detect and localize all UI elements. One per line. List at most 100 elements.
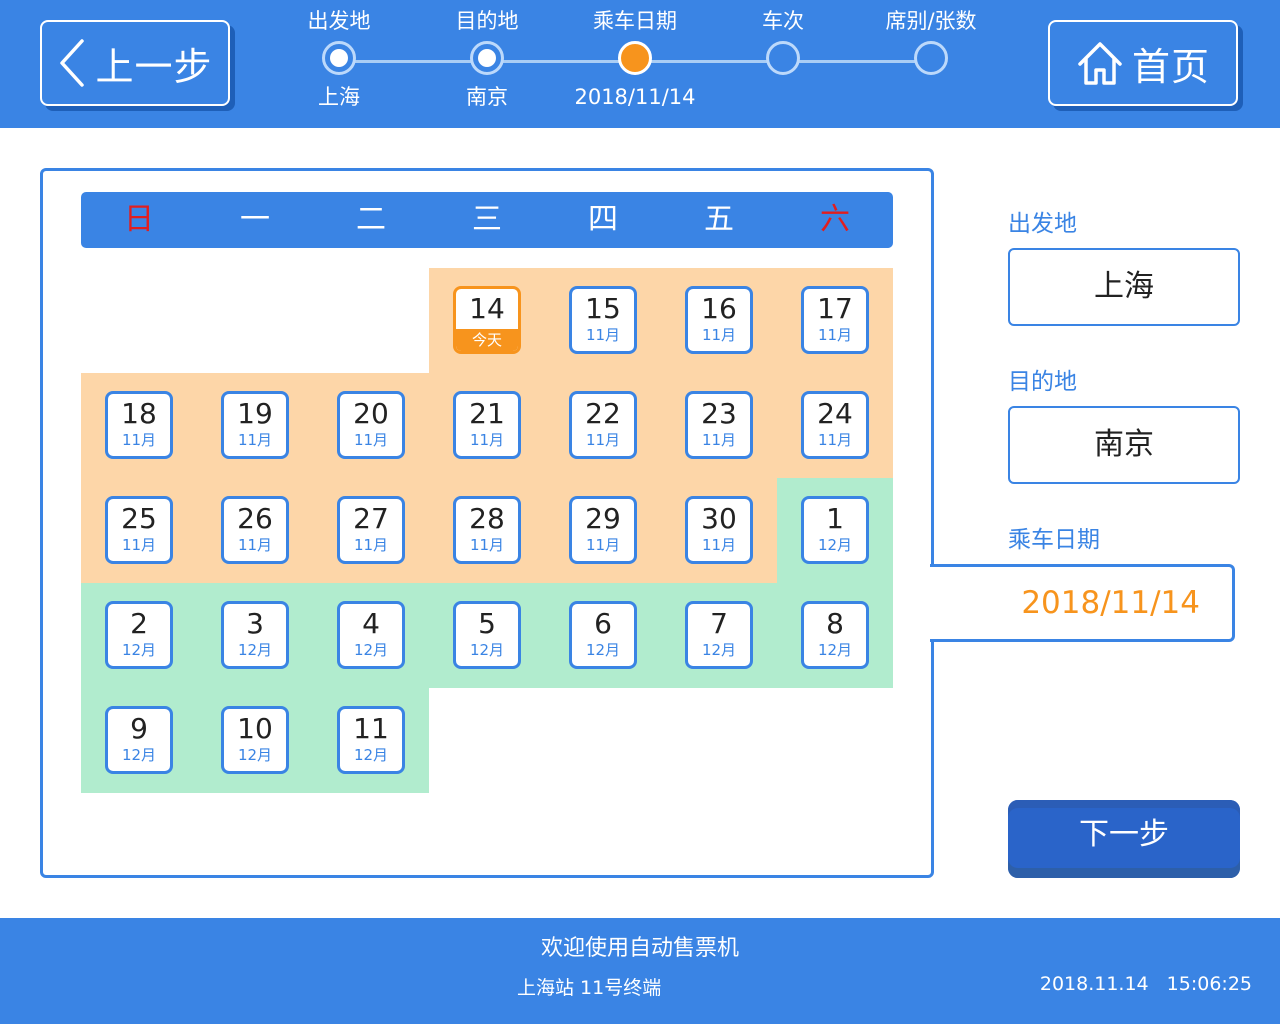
step-name: 目的地 [455, 9, 519, 33]
day-number: 23 [701, 397, 737, 430]
day-month: 11月 [701, 536, 737, 554]
weekday-header: 日 一 二 三 四 五 六 [81, 192, 893, 248]
day-cell-today[interactable]: 14 今天 [453, 286, 521, 354]
day-month: 12月 [701, 641, 737, 659]
day-number: 7 [710, 607, 728, 640]
november-band [81, 478, 777, 583]
day-month: 12月 [817, 536, 853, 554]
day-month: 11月 [469, 431, 505, 449]
day-number: 27 [353, 502, 389, 535]
day-cell[interactable]: 24 11月 [801, 391, 869, 459]
day-cell[interactable]: 19 11月 [221, 391, 289, 459]
day-month: 12月 [237, 641, 273, 659]
step-departure: 出发地 上海 [269, 0, 409, 109]
step-value: 上海 [318, 85, 360, 109]
day-month: 11月 [237, 536, 273, 554]
step-dot-active [618, 41, 652, 75]
day-cell[interactable]: 29 11月 [569, 496, 637, 564]
step-name: 乘车日期 [593, 9, 677, 33]
weekday-thu: 四 [588, 202, 618, 237]
day-month: 11月 [585, 536, 621, 554]
day-cell[interactable]: 6 12月 [569, 601, 637, 669]
step-train: 车次 [713, 0, 853, 85]
step-value: 2018/11/14 [574, 85, 696, 109]
day-cell[interactable]: 20 11月 [337, 391, 405, 459]
day-cell[interactable]: 23 11月 [685, 391, 753, 459]
day-number: 2 [130, 607, 148, 640]
day-month: 11月 [121, 536, 157, 554]
day-number: 14 [469, 292, 505, 325]
date-field[interactable]: 2018/11/14 [930, 564, 1235, 642]
day-cell[interactable]: 3 12月 [221, 601, 289, 669]
from-label: 出发地 [1008, 211, 1077, 237]
day-month: 11月 [701, 431, 737, 449]
day-month: 12月 [237, 746, 273, 764]
clock-time: 15:06:25 [1166, 973, 1252, 995]
day-number: 18 [121, 397, 157, 430]
welcome-text: 欢迎使用自动售票机 [540, 936, 739, 961]
day-number: 10 [237, 712, 273, 745]
day-cell[interactable]: 15 11月 [569, 286, 637, 354]
day-number: 25 [121, 502, 157, 535]
step-value: 南京 [466, 85, 508, 109]
day-cell[interactable]: 9 12月 [105, 706, 173, 774]
day-cell[interactable]: 16 11月 [685, 286, 753, 354]
day-number: 28 [469, 502, 505, 535]
day-cell[interactable]: 10 12月 [221, 706, 289, 774]
day-cell[interactable]: 30 11月 [685, 496, 753, 564]
day-number: 17 [817, 292, 853, 325]
step-dot-done [470, 41, 504, 75]
day-number: 20 [353, 397, 389, 430]
day-cell[interactable]: 8 12月 [801, 601, 869, 669]
day-cell[interactable]: 22 11月 [569, 391, 637, 459]
day-month: 12月 [353, 746, 389, 764]
step-name: 出发地 [307, 9, 371, 33]
day-month: 11月 [121, 431, 157, 449]
day-cell[interactable]: 21 11月 [453, 391, 521, 459]
day-month: 11月 [585, 326, 621, 344]
weekday-fri: 五 [704, 202, 734, 237]
weekday-tue: 二 [356, 202, 386, 237]
home-label: 首页 [1131, 44, 1210, 89]
day-month: 11月 [353, 536, 389, 554]
day-cell[interactable]: 2 12月 [105, 601, 173, 669]
day-number: 22 [585, 397, 621, 430]
next-button[interactable]: 下一步 [1008, 800, 1240, 878]
clock: 2018.11.14 15:06:25 [1040, 973, 1252, 995]
day-number: 29 [585, 502, 621, 535]
day-cell[interactable]: 18 11月 [105, 391, 173, 459]
day-month: 12月 [353, 641, 389, 659]
day-month: 12月 [585, 641, 621, 659]
day-cell[interactable]: 25 11月 [105, 496, 173, 564]
day-month: 11月 [353, 431, 389, 449]
day-month: 11月 [585, 431, 621, 449]
day-number: 19 [237, 397, 273, 430]
day-month: 12月 [121, 641, 157, 659]
day-cell[interactable]: 26 11月 [221, 496, 289, 564]
day-number: 5 [478, 607, 496, 640]
day-cell[interactable]: 7 12月 [685, 601, 753, 669]
day-month: 12月 [817, 641, 853, 659]
day-cell[interactable]: 28 11月 [453, 496, 521, 564]
home-button[interactable]: 首页 [1048, 20, 1238, 106]
day-cell[interactable]: 5 12月 [453, 601, 521, 669]
day-number: 11 [353, 712, 389, 745]
day-month: 12月 [469, 641, 505, 659]
day-cell[interactable]: 1 12月 [801, 496, 869, 564]
day-cell[interactable]: 11 12月 [337, 706, 405, 774]
day-cell[interactable]: 4 12月 [337, 601, 405, 669]
day-cell[interactable]: 27 11月 [337, 496, 405, 564]
day-cell[interactable]: 17 11月 [801, 286, 869, 354]
day-number: 8 [826, 607, 844, 640]
terminal-info: 上海站 11号终端 [517, 977, 662, 999]
from-field[interactable]: 上海 [1008, 248, 1240, 326]
today-label: 今天 [456, 329, 518, 351]
step-date: 乘车日期 2018/11/14 [565, 0, 705, 109]
day-number: 4 [362, 607, 380, 640]
day-number: 26 [237, 502, 273, 535]
day-number: 9 [130, 712, 148, 745]
to-field[interactable]: 南京 [1008, 406, 1240, 484]
weekday-mon: 一 [240, 202, 270, 237]
day-month: 12月 [121, 746, 157, 764]
day-number: 15 [585, 292, 621, 325]
